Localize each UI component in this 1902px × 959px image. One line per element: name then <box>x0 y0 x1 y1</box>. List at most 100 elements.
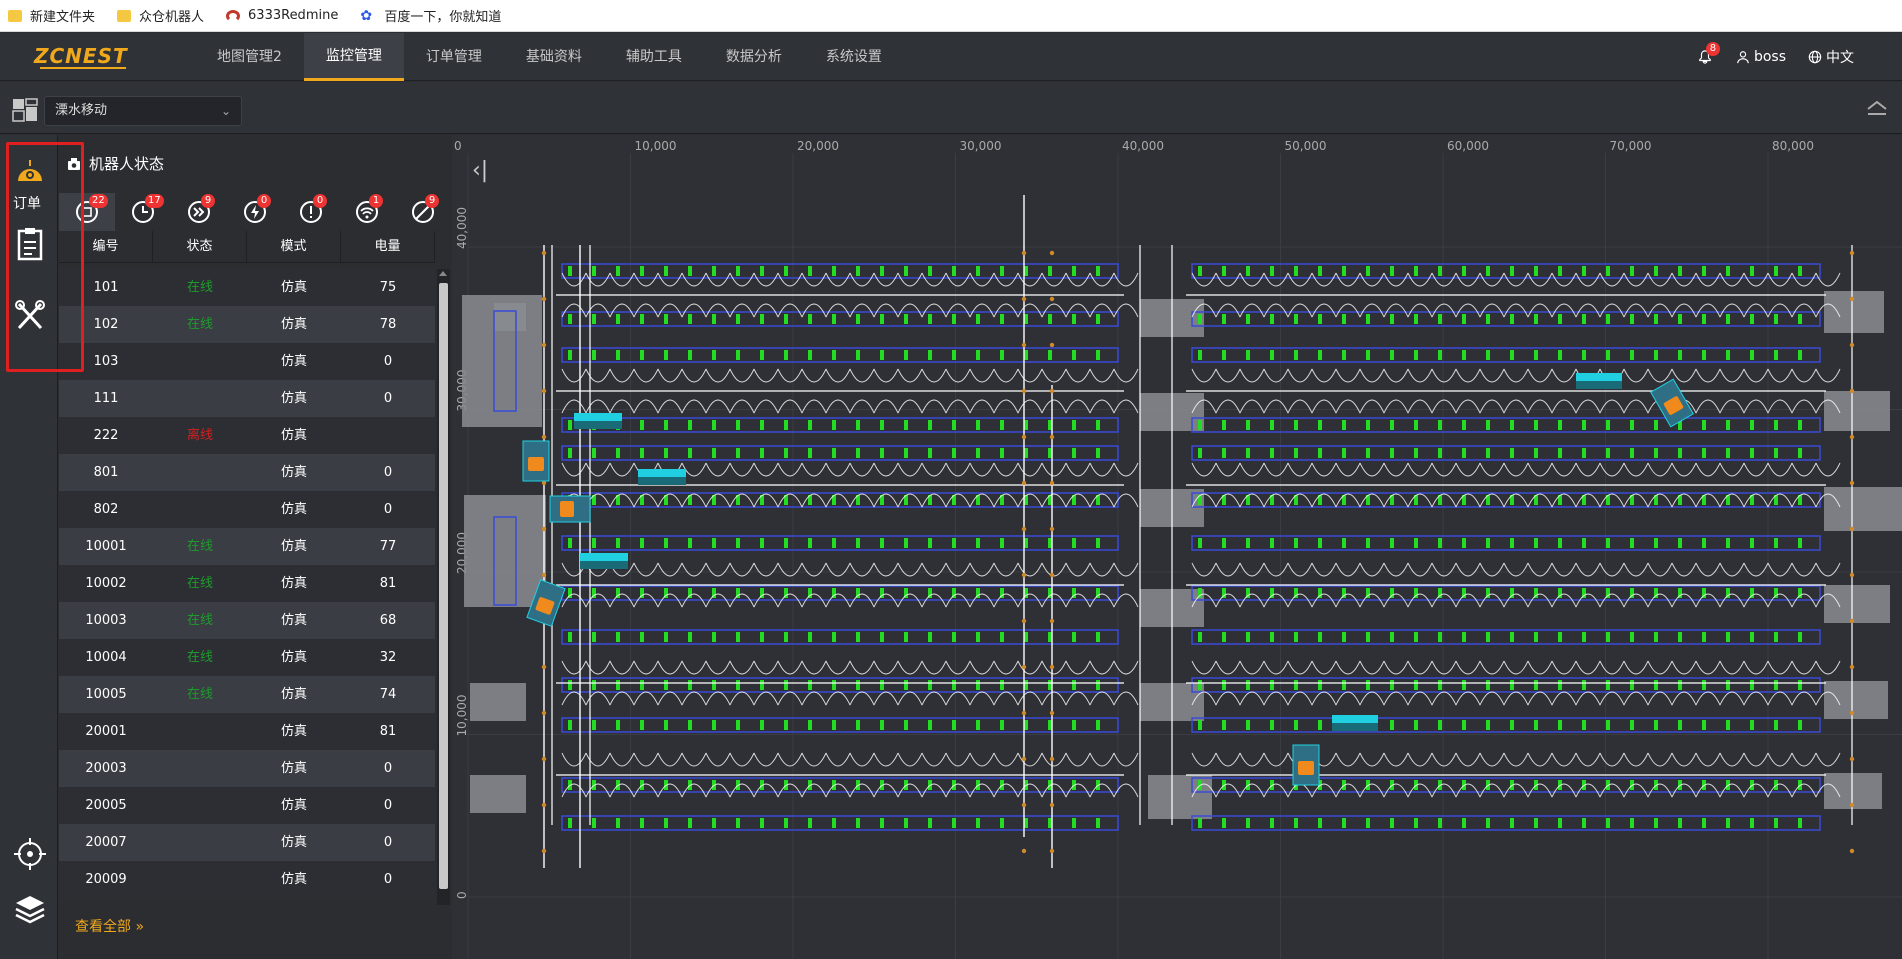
rack-slot <box>1390 680 1394 690</box>
menu-map-management[interactable]: 地图管理2 <box>195 33 304 81</box>
user-menu[interactable]: boss <box>1736 49 1786 65</box>
table-row[interactable]: 10005 在线 仿真 74 <box>59 676 435 713</box>
language-label: 中文 <box>1826 50 1854 66</box>
notification-button[interactable]: 8 <box>1698 42 1720 64</box>
main-menu: 地图管理2 监控管理 订单管理 基础资料 辅助工具 数据分析 系统设置 <box>195 33 904 81</box>
view-all-link[interactable]: 查看全部 » <box>75 916 144 936</box>
rack-slot <box>1072 538 1076 548</box>
rack-slot <box>1000 538 1004 548</box>
menu-basic-data[interactable]: 基础资料 <box>504 33 604 81</box>
robot-marker[interactable] <box>522 440 550 482</box>
baidu-icon: ✿ <box>360 7 373 24</box>
locate-icon[interactable] <box>14 837 46 871</box>
tab-charging[interactable]: 0 <box>227 193 283 231</box>
table-row[interactable]: 10001 在线 仿真 77 <box>59 528 435 565</box>
rack-slot <box>1702 420 1706 430</box>
rack-slot <box>760 448 764 458</box>
rack-slot <box>832 314 836 324</box>
bookmark-0[interactable]: 新建文件夹 <box>8 6 95 25</box>
tab-all-robots[interactable]: 22 <box>59 193 115 231</box>
rack-slot <box>664 266 668 276</box>
rack-slot <box>1750 818 1754 828</box>
rack-slot <box>568 632 572 642</box>
rack-slot <box>1246 632 1250 642</box>
path-node <box>1049 756 1055 762</box>
table-row[interactable]: 802 仿真 0 <box>59 491 435 528</box>
rack-slot <box>1438 448 1442 458</box>
layers-icon[interactable] <box>14 893 46 927</box>
table-row[interactable]: 101 在线 仿真 75 <box>59 269 435 306</box>
tab-waiting[interactable]: 17 <box>115 193 171 231</box>
table-row[interactable]: 20001 仿真 81 <box>59 713 435 750</box>
bookmark-1[interactable]: 众仓机器人 <box>117 6 204 25</box>
robot-marker[interactable] <box>1292 744 1320 786</box>
rack-slot <box>736 266 740 276</box>
scroll-up-icon[interactable] <box>439 271 447 276</box>
rack-slot <box>1198 448 1202 458</box>
panel-title-text: 机器人状态 <box>89 155 165 173</box>
tab-disabled[interactable]: 9 <box>395 193 451 231</box>
column-header-battery[interactable]: 电量 <box>341 231 435 262</box>
tab-running[interactable]: 9 <box>171 193 227 231</box>
path-node <box>541 250 547 256</box>
rack-slot <box>1750 448 1754 458</box>
scroll-thumb[interactable] <box>439 283 448 889</box>
table-row[interactable]: 10004 在线 仿真 32 <box>59 639 435 676</box>
warehouse-select[interactable]: 溧水移动 ⌄ <box>44 96 242 126</box>
robot-marker[interactable] <box>549 495 591 523</box>
rack-slot <box>880 632 884 642</box>
clipboard-icon[interactable] <box>14 227 46 261</box>
column-header-mode[interactable]: 模式 <box>247 231 341 262</box>
table-row[interactable]: 10002 在线 仿真 81 <box>59 565 435 602</box>
map-canvas[interactable]: 0 10,000 20,000 30,000 40,000 50,000 60,000 70,… <box>452 135 1902 959</box>
column-header-status[interactable]: 状态 <box>153 231 247 262</box>
menu-tools[interactable]: 辅助工具 <box>604 33 704 81</box>
logo[interactable]: ZCNEST <box>34 44 128 68</box>
bookmark-2[interactable]: 6333Redmine <box>226 8 338 23</box>
rack-slot <box>1294 448 1298 458</box>
table-row[interactable]: 20003 仿真 0 <box>59 750 435 787</box>
rack-slot <box>1390 632 1394 642</box>
robot-icon[interactable] <box>14 153 46 187</box>
tab-signal[interactable]: 1 <box>339 193 395 231</box>
table-row[interactable]: 20009 仿真 0 <box>59 861 435 898</box>
rack-slot <box>1678 266 1682 276</box>
table-scrollbar[interactable] <box>437 269 450 905</box>
robot-marker[interactable] <box>1650 378 1694 428</box>
tab-alert[interactable]: 0 <box>283 193 339 231</box>
rack-slot <box>1558 266 1562 276</box>
table-row[interactable]: 801 仿真 0 <box>59 454 435 491</box>
bookmark-3[interactable]: ✿ 百度一下，你就知道 <box>360 6 501 26</box>
column-header-id[interactable]: 编号 <box>59 231 153 262</box>
path-node <box>1849 434 1855 440</box>
cell-mode: 仿真 <box>280 798 307 813</box>
table-row[interactable]: 111 仿真 0 <box>59 380 435 417</box>
menu-settings[interactable]: 系统设置 <box>804 33 904 81</box>
rack-slot <box>1246 818 1250 828</box>
tools-icon[interactable] <box>14 299 46 333</box>
cell-status: 在线 <box>186 613 213 628</box>
rack-slot <box>784 448 788 458</box>
rail-orders-label[interactable]: 订单 <box>13 193 41 213</box>
warehouse-map[interactable]: 0 10,000 20,000 30,000 40,000 50,000 60,000 70,… <box>452 135 1902 959</box>
rack-row <box>1191 717 1821 733</box>
rack-slot <box>1072 314 1076 324</box>
rack-slot <box>1462 420 1466 430</box>
layout-icon[interactable] <box>12 98 38 122</box>
table-row[interactable]: 10003 在线 仿真 68 <box>59 602 435 639</box>
language-switch[interactable]: 中文 <box>1808 47 1854 67</box>
menu-monitoring[interactable]: 监控管理 <box>303 33 404 81</box>
cell-mode: 仿真 <box>280 835 307 850</box>
path-node <box>1049 664 1055 670</box>
table-row[interactable]: 20005 仿真 0 <box>59 787 435 824</box>
robot-icon <box>528 457 544 471</box>
table-row[interactable]: 20007 仿真 0 <box>59 824 435 861</box>
menu-orders[interactable]: 订单管理 <box>404 33 504 81</box>
menu-analytics[interactable]: 数据分析 <box>704 33 804 81</box>
rack-slot <box>856 314 860 324</box>
rack-slot <box>1726 420 1730 430</box>
collapse-up-icon[interactable] <box>1866 100 1888 116</box>
table-row[interactable]: 102 在线 仿真 78 <box>59 306 435 343</box>
table-row[interactable]: 103 仿真 0 <box>59 343 435 380</box>
table-row[interactable]: 222 离线 仿真 <box>59 417 435 454</box>
